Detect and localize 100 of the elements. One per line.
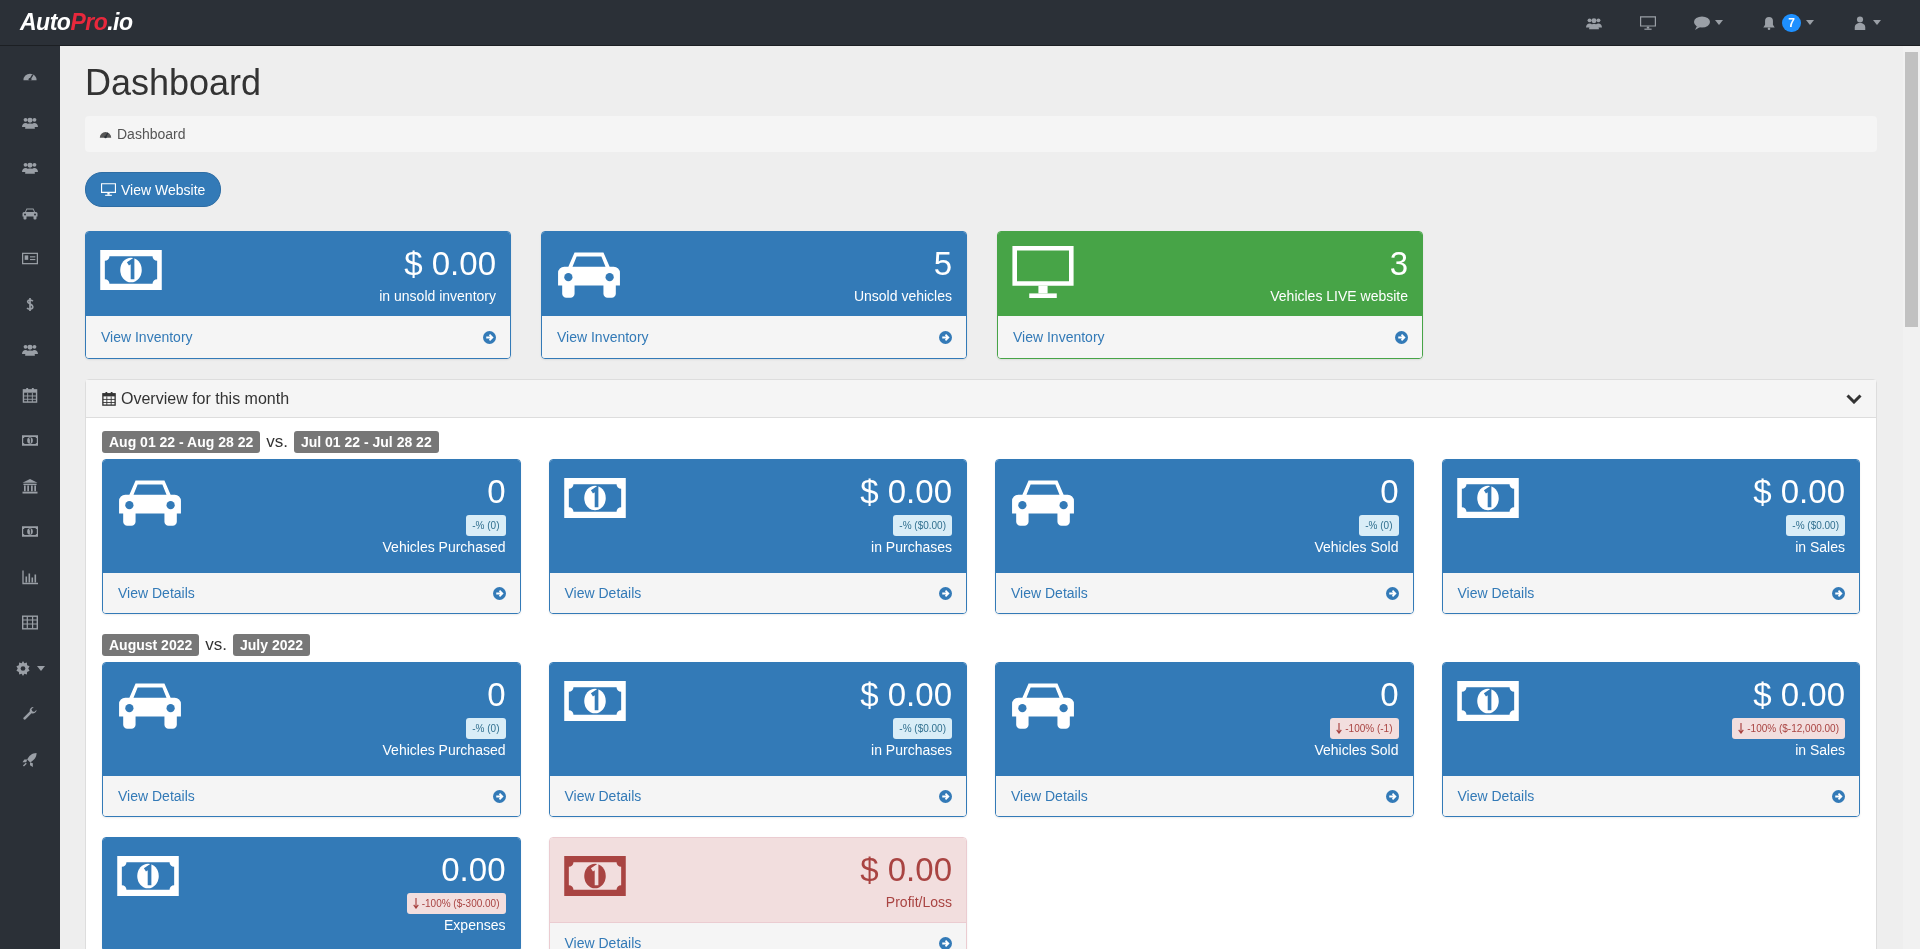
rocket-icon[interactable]	[22, 751, 38, 767]
banknote-icon	[563, 856, 626, 896]
banknote-icon[interactable]	[22, 524, 38, 540]
stat-value: $ 0.00	[1753, 677, 1845, 713]
date-range-label: August 2022	[102, 634, 200, 656]
arrow-circle-icon	[1385, 586, 1399, 600]
banknote-icon	[563, 478, 626, 518]
notification-badge: 7	[1782, 13, 1801, 32]
details-link[interactable]: View Details	[996, 573, 1413, 613]
panel-title: Overview for this month	[121, 389, 291, 408]
details-link[interactable]: View Inventory	[542, 316, 966, 358]
users-icon[interactable]	[22, 342, 38, 358]
banknote-icon	[563, 681, 626, 721]
monitor-icon[interactable]	[1640, 15, 1657, 30]
arrow-circle-icon	[1385, 789, 1399, 803]
details-link[interactable]: View Details	[1442, 573, 1859, 613]
vs-text: vs.	[205, 635, 227, 655]
stat-value: 0.00	[441, 852, 506, 888]
id-card-icon[interactable]	[22, 251, 38, 267]
change-badge: -% ($0.00)	[893, 515, 952, 536]
caret-icon[interactable]	[37, 665, 45, 671]
stat-value: $ 0.00	[860, 852, 952, 888]
details-link[interactable]: View Details	[103, 776, 520, 816]
stat-value: 0	[1380, 474, 1399, 510]
stat-label: Vehicles Purchased	[382, 539, 506, 555]
bar-chart-icon[interactable]	[22, 569, 38, 585]
stat-value: 0	[487, 474, 506, 510]
arrow-circle-icon	[939, 789, 952, 803]
date-range-label: Aug 01 22 - Aug 28 22	[102, 431, 261, 453]
stat-label: in Purchases	[871, 539, 952, 555]
change-badge: -100% ($-300.00)	[406, 893, 506, 914]
stat-label: Expenses	[444, 917, 506, 933]
stat-label: in unsold inventory	[379, 288, 496, 304]
stat-label: in Sales	[1795, 539, 1845, 555]
table-icon[interactable]	[22, 615, 38, 631]
banknote-icon[interactable]	[22, 433, 38, 449]
bank-icon[interactable]	[22, 478, 38, 494]
change-badge: -100% (-1)	[1330, 718, 1399, 739]
scrollbar-thumb[interactable]	[1905, 52, 1918, 327]
caret-icon[interactable]	[1873, 20, 1881, 25]
page-title: Dashboard	[85, 61, 263, 105]
users-icon[interactable]	[22, 160, 38, 176]
settings-icon[interactable]	[15, 660, 31, 676]
change-badge: -% (0)	[466, 718, 506, 739]
details-link[interactable]: View Details	[996, 776, 1413, 816]
user-icon[interactable]	[1852, 15, 1868, 30]
chevron-down-icon[interactable]	[1846, 393, 1862, 404]
details-link[interactable]: View Inventory	[998, 316, 1422, 358]
details-link[interactable]: View Details	[549, 922, 966, 949]
calendar-icon[interactable]	[22, 387, 38, 403]
arrow-circle-icon	[1832, 586, 1845, 600]
stat-value: 0	[487, 677, 506, 713]
stat-label: Unsold vehicles	[853, 288, 952, 304]
view-website-button[interactable]: View Website	[85, 172, 222, 207]
arrow-circle-icon	[492, 586, 506, 600]
details-link[interactable]: View Details	[103, 573, 520, 613]
caret-icon[interactable]	[1806, 20, 1814, 25]
stat-label: Vehicles Sold	[1314, 742, 1399, 758]
chat-icon[interactable]	[1694, 15, 1711, 30]
banknote-icon	[1456, 478, 1519, 518]
details-link[interactable]: View Details	[1442, 776, 1859, 816]
breadcrumb-item: Dashboard	[117, 126, 186, 142]
stat-value: $ 0.00	[860, 677, 952, 713]
arrow-circle-icon	[1832, 789, 1845, 803]
vs-text: vs.	[266, 432, 288, 452]
stat-label: Vehicles Sold	[1314, 539, 1399, 555]
stat-label: in Purchases	[871, 742, 952, 758]
stat-value: 0	[1380, 677, 1399, 713]
stat-label: Vehicles Purchased	[382, 742, 506, 758]
date-range-label: Jul 01 22 - Jul 28 22	[293, 431, 439, 453]
banknote-icon	[1456, 681, 1519, 721]
users-icon[interactable]	[1586, 15, 1603, 30]
arrow-down-icon	[1738, 723, 1745, 734]
calendar-icon	[102, 391, 116, 406]
monitor-icon	[1012, 246, 1074, 298]
details-link[interactable]: View Details	[549, 776, 966, 816]
arrow-circle-icon	[939, 586, 952, 600]
logo[interactable]: AutoPro.io	[20, 9, 133, 36]
arrow-circle-icon	[483, 330, 496, 344]
arrow-down-icon	[412, 898, 419, 909]
details-link[interactable]: View Details	[549, 573, 966, 613]
stat-label: in Sales	[1795, 742, 1845, 758]
stat-label: Profit/Loss	[885, 894, 952, 910]
caret-icon[interactable]	[1715, 20, 1724, 25]
stat-label: Vehicles LIVE website	[1270, 288, 1408, 304]
arrow-circle-icon	[939, 936, 952, 949]
details-link[interactable]: View Inventory	[86, 316, 510, 358]
stat-value: $ 0.00	[860, 474, 952, 510]
stat-value: 5	[933, 246, 952, 282]
stat-value: $ 0.00	[404, 246, 496, 282]
change-badge: -% (0)	[1359, 515, 1399, 536]
date-range-label: July 2022	[233, 634, 311, 656]
wrench-icon[interactable]	[22, 706, 38, 722]
change-badge: -% ($0.00)	[1786, 515, 1845, 536]
banknote-icon	[100, 250, 162, 290]
arrow-circle-icon	[492, 789, 506, 803]
arrow-circle-icon	[939, 330, 952, 344]
change-badge: -% ($0.00)	[893, 718, 952, 739]
monitor-icon	[101, 183, 116, 196]
arrow-down-icon	[1336, 723, 1343, 734]
